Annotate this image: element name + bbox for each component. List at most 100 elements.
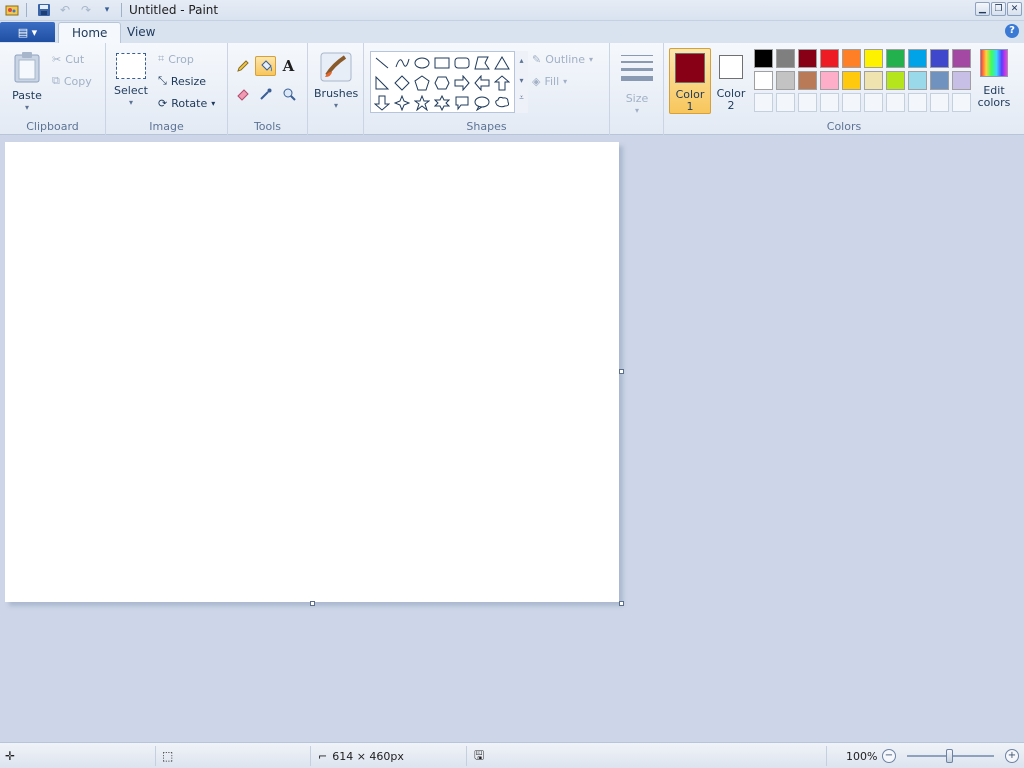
- tab-home[interactable]: Home: [58, 22, 122, 43]
- undo-icon[interactable]: ↶: [56, 2, 74, 18]
- magnifier-icon[interactable]: [278, 84, 299, 104]
- custom-color-slot[interactable]: [886, 93, 905, 112]
- shapes-gallery-scrollbar[interactable]: ▴ ▾ ⩡: [514, 51, 528, 113]
- paint-app-icon[interactable]: [3, 2, 21, 18]
- cut-button[interactable]: ✂ Cut: [52, 50, 84, 68]
- palette-swatch[interactable]: [952, 71, 971, 90]
- custom-color-slot[interactable]: [754, 93, 773, 112]
- palette-swatch[interactable]: [798, 71, 817, 90]
- palette-swatch[interactable]: [820, 49, 839, 68]
- fill-button[interactable]: ◈ Fill ▾: [532, 72, 567, 90]
- polygon-shape-icon[interactable]: [472, 53, 492, 73]
- paint-menu-button[interactable]: ▤ ▾: [0, 22, 55, 42]
- palette-swatch[interactable]: [754, 49, 773, 68]
- palette-swatch[interactable]: [820, 71, 839, 90]
- palette-swatch[interactable]: [864, 49, 883, 68]
- resize-handle-right[interactable]: [619, 369, 624, 374]
- triangle-shape-icon[interactable]: [492, 53, 512, 73]
- curve-shape-icon[interactable]: [392, 53, 412, 73]
- palette-swatch[interactable]: [886, 49, 905, 68]
- resize-handle-bottom[interactable]: [310, 601, 315, 606]
- custom-color-slot[interactable]: [820, 93, 839, 112]
- pencil-icon[interactable]: [232, 56, 253, 76]
- minimize-button[interactable]: ▁: [975, 2, 990, 16]
- oval-shape-icon[interactable]: [412, 53, 432, 73]
- crosshair-icon: ✛: [5, 749, 16, 763]
- right-triangle-shape-icon[interactable]: [372, 73, 392, 93]
- zoom-in-button[interactable]: +: [1005, 749, 1019, 763]
- palette-swatch[interactable]: [754, 71, 773, 90]
- edit-colors-button[interactable]: Edit colors: [976, 49, 1012, 109]
- palette-swatch[interactable]: [864, 71, 883, 90]
- left-arrow-shape-icon[interactable]: [472, 73, 492, 93]
- resize-handle-corner[interactable]: [619, 601, 624, 606]
- gallery-more-icon[interactable]: ⩡: [515, 91, 528, 105]
- zoom-slider-thumb[interactable]: [946, 749, 953, 763]
- zoom-out-button[interactable]: −: [882, 749, 896, 763]
- restore-button[interactable]: ❐: [991, 2, 1006, 16]
- size-label: Size: [625, 92, 649, 105]
- canvas-workspace[interactable]: [0, 136, 1024, 742]
- text-tool-icon[interactable]: A: [278, 56, 299, 76]
- color2-button[interactable]: Color 2: [714, 48, 748, 114]
- brushes-button[interactable]: Brushes ▾: [314, 51, 358, 112]
- resize-button[interactable]: ⤡ Resize: [158, 72, 206, 90]
- palette-swatch[interactable]: [886, 71, 905, 90]
- tab-view[interactable]: View: [114, 22, 168, 43]
- palette-swatch[interactable]: [930, 71, 949, 90]
- custom-color-slot[interactable]: [842, 93, 861, 112]
- oval-callout-shape-icon[interactable]: [472, 93, 492, 113]
- palette-swatch[interactable]: [776, 71, 795, 90]
- custom-color-slot[interactable]: [864, 93, 883, 112]
- save-icon[interactable]: [35, 2, 53, 18]
- brushes-dropdown-icon: ▾: [333, 101, 338, 110]
- gallery-up-icon[interactable]: ▴: [515, 51, 528, 71]
- palette-swatch[interactable]: [908, 71, 927, 90]
- fill-with-color-icon[interactable]: [255, 56, 276, 76]
- paste-label: Paste: [12, 89, 42, 102]
- hexagon-shape-icon[interactable]: [432, 73, 452, 93]
- custom-color-slot[interactable]: [908, 93, 927, 112]
- rotate-button[interactable]: ⟳ Rotate ▾: [158, 94, 215, 112]
- up-arrow-shape-icon[interactable]: [492, 73, 512, 93]
- close-button[interactable]: ✕: [1007, 2, 1022, 16]
- rounded-callout-shape-icon[interactable]: [452, 93, 472, 113]
- right-arrow-shape-icon[interactable]: [452, 73, 472, 93]
- outline-button[interactable]: ✎ Outline ▾: [532, 50, 593, 68]
- line-shape-icon[interactable]: [372, 53, 392, 73]
- five-point-star-shape-icon[interactable]: [412, 93, 432, 113]
- customize-quick-access-icon[interactable]: ▾: [98, 2, 116, 18]
- pentagon-shape-icon[interactable]: [412, 73, 432, 93]
- eraser-icon[interactable]: [232, 84, 253, 104]
- palette-swatch[interactable]: [798, 49, 817, 68]
- color1-button[interactable]: Color 1: [669, 48, 711, 114]
- custom-color-slot[interactable]: [952, 93, 971, 112]
- palette-swatch[interactable]: [842, 49, 861, 68]
- palette-swatch[interactable]: [776, 49, 795, 68]
- four-point-star-shape-icon[interactable]: [392, 93, 412, 113]
- six-point-star-shape-icon[interactable]: [432, 93, 452, 113]
- custom-color-slot[interactable]: [930, 93, 949, 112]
- line-size-icon: [621, 55, 653, 81]
- rectangle-shape-icon[interactable]: [432, 53, 452, 73]
- palette-swatch[interactable]: [842, 71, 861, 90]
- custom-color-slot[interactable]: [798, 93, 817, 112]
- diamond-shape-icon[interactable]: [392, 73, 412, 93]
- size-button[interactable]: Size ▾: [618, 51, 656, 117]
- down-arrow-shape-icon[interactable]: [372, 93, 392, 113]
- cloud-callout-shape-icon[interactable]: [492, 93, 512, 113]
- color-picker-icon[interactable]: [255, 84, 276, 104]
- palette-swatch[interactable]: [908, 49, 927, 68]
- custom-color-slot[interactable]: [776, 93, 795, 112]
- paste-button[interactable]: Paste ▾: [8, 51, 46, 114]
- palette-swatch[interactable]: [952, 49, 971, 68]
- crop-button[interactable]: ⌗ Crop: [158, 50, 194, 68]
- drawing-canvas[interactable]: [5, 142, 619, 602]
- rounded-rectangle-shape-icon[interactable]: [452, 53, 472, 73]
- help-icon[interactable]: ?: [1005, 24, 1019, 38]
- copy-button[interactable]: ⧉ Copy: [52, 72, 92, 90]
- palette-swatch[interactable]: [930, 49, 949, 68]
- gallery-down-icon[interactable]: ▾: [515, 71, 528, 91]
- select-button[interactable]: Select ▾: [112, 53, 150, 109]
- redo-icon[interactable]: ↷: [77, 2, 95, 18]
